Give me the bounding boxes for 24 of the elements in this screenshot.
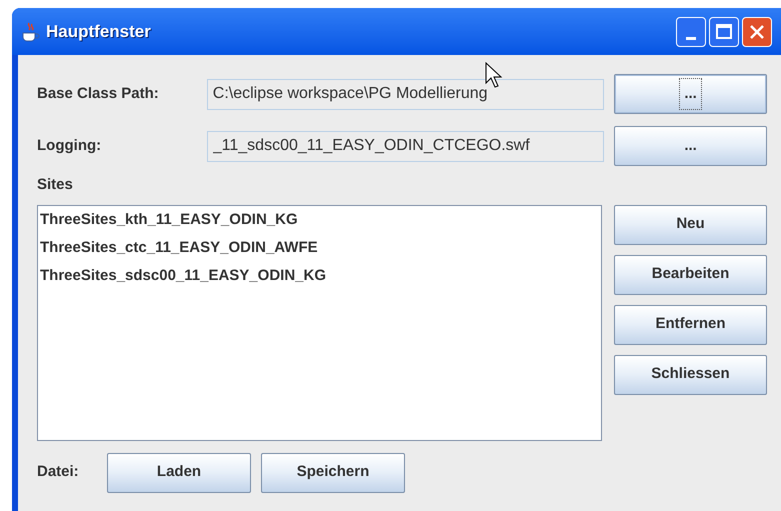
mouse-cursor-icon [485, 62, 503, 88]
browse-button[interactable]: ... [614, 74, 767, 114]
minimize-button[interactable] [676, 16, 706, 46]
close-button[interactable] [742, 16, 772, 46]
path-field[interactable]: C:\eclipse workspace\PG Modellierung [206, 78, 604, 110]
action-button[interactable]: Neu [614, 204, 767, 244]
action-button[interactable]: Bearbeiten [614, 254, 767, 294]
close-icon [749, 24, 765, 40]
field-label: Base Class Path: [37, 84, 160, 104]
list-item[interactable]: ThreeSites_ctc_11_EASY_ODIN_AWFE [40, 236, 599, 264]
file-button[interactable]: Laden [107, 452, 251, 492]
action-button[interactable]: Schliessen [614, 354, 767, 394]
window-title: Hauptfenster [46, 20, 151, 43]
file-button[interactable]: Speichern [261, 452, 405, 492]
list-item[interactable]: ThreeSites_kth_11_EASY_ODIN_KG [40, 208, 599, 236]
coffee-cup-icon [20, 20, 40, 42]
file-label: Datei: [37, 462, 80, 482]
maximize-button[interactable] [709, 16, 739, 46]
path-field[interactable]: _11_sdsc00_11_EASY_ODIN_CTCEGO.swf [206, 130, 604, 162]
sites-label: Sites [37, 175, 74, 195]
field-label: Logging: [37, 136, 102, 156]
list-item[interactable]: ThreeSites_sdsc00_11_EASY_ODIN_KG [40, 264, 599, 292]
action-button[interactable]: Entfernen [614, 304, 767, 344]
browse-button[interactable]: ... [614, 126, 767, 166]
